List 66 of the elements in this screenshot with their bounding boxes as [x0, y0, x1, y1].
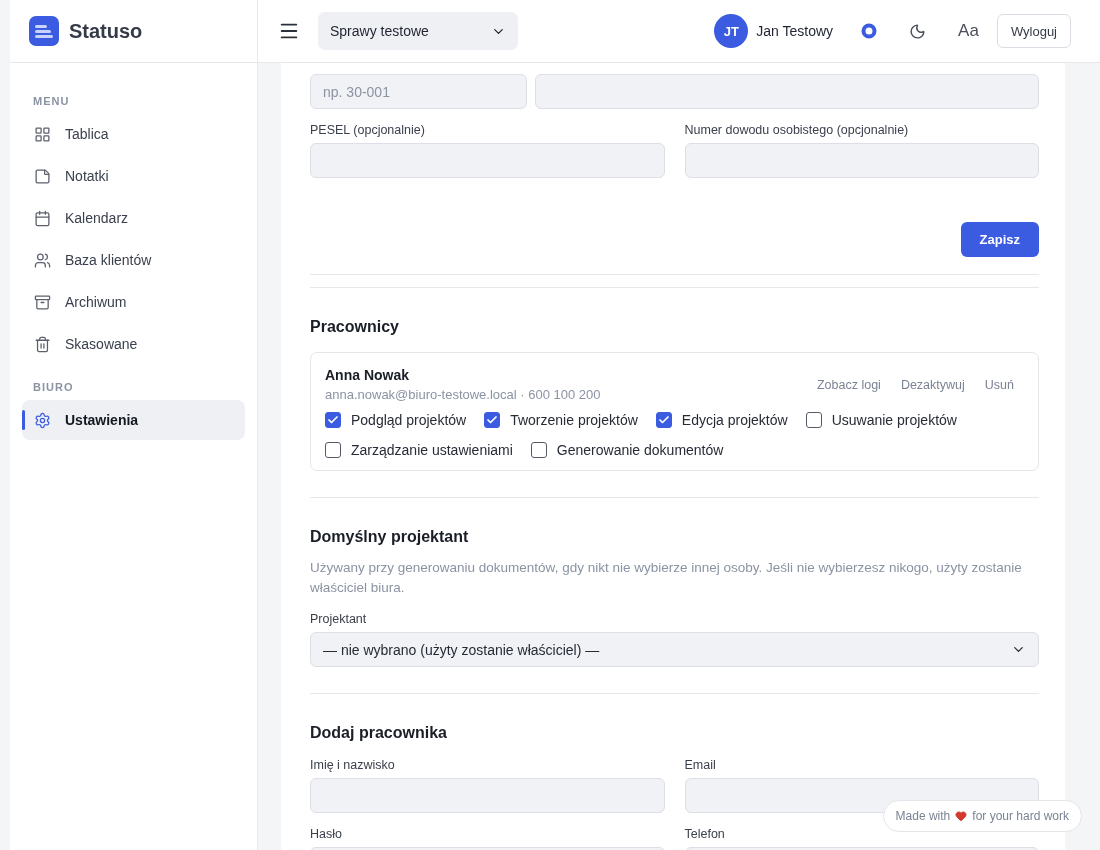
logout-button[interactable]: Wyloguj: [996, 14, 1071, 48]
input-field[interactable]: [684, 143, 1039, 178]
check-icon: [657, 414, 670, 426]
input-field[interactable]: [310, 778, 665, 813]
sidebar-item[interactable]: Baza klientów: [22, 240, 245, 280]
checkbox[interactable]: [530, 442, 547, 458]
trash-icon: [34, 335, 51, 353]
sidebar-item[interactable]: Skasowane: [22, 324, 245, 364]
badge-text: for your hard work: [972, 809, 1069, 823]
field-label: Hasło: [310, 827, 343, 841]
sidebar-item[interactable]: Notatki: [22, 156, 245, 196]
brand-name: Statuso: [69, 19, 143, 43]
checkbox[interactable]: [484, 412, 501, 428]
field-label: Projektant: [310, 612, 368, 626]
checkbox[interactable]: [325, 412, 341, 428]
input-field[interactable]: np. 30-001: [310, 74, 527, 109]
heart-icon: [955, 810, 968, 822]
note-icon: [34, 167, 51, 185]
section-description: Używany przy generowaniu dokumentów, gdy nikt nie wybierze innej osoby. Jeśli nie wybierzesz nikogo, użyty zostanie właściciel biura.: [310, 559, 1023, 597]
section-title: Dodaj pracownika: [310, 724, 448, 742]
checkbox[interactable]: [325, 442, 341, 458]
field-label: PESEL (opcjonalnie): [310, 123, 426, 137]
check-icon: [327, 414, 339, 426]
save-button[interactable]: Zapisz: [960, 222, 1039, 257]
sidebar-item[interactable]: Kalendarz: [22, 198, 245, 238]
users-icon: [34, 251, 51, 269]
section-heading: MENU: [32, 94, 71, 109]
field-label: Numer dowodu osobistego (opcjonalnie): [684, 123, 910, 137]
badge-text: Made with: [895, 809, 951, 823]
case-select[interactable]: Sprawy testowe: [318, 12, 518, 50]
sidebar-item[interactable]: Tablica: [22, 114, 245, 154]
checkbox-label: Usuwanie projektów: [831, 412, 957, 428]
checkbox-label: Podgląd projektów: [351, 412, 467, 428]
field-label: Imię i nazwisko: [310, 758, 396, 772]
input-field[interactable]: [534, 74, 1039, 109]
checkbox-label: Generowanie dokumentów: [556, 442, 724, 458]
checkbox[interactable]: [655, 412, 672, 428]
field-label: Email: [684, 758, 717, 772]
avatar: JT: [714, 14, 749, 48]
input-field[interactable]: [310, 143, 665, 178]
checkbox-label: Edycja projektów: [681, 412, 788, 428]
font-size-toggle[interactable]: Aa: [958, 21, 979, 41]
employee-contact: anna.nowak@biuro-testowe.local · 600 100 200: [325, 387, 601, 402]
sidebar-item[interactable]: Ustawienia: [22, 400, 245, 440]
section-title: Pracownicy: [310, 318, 400, 336]
action-link[interactable]: Dezaktywuj: [900, 377, 965, 392]
check-icon: [486, 414, 499, 426]
field-label: Telefon: [684, 827, 726, 841]
user-name: Jan Testowy: [756, 23, 834, 39]
action-link[interactable]: Zobacz logi: [816, 377, 881, 392]
checkbox-label: Tworzenie projektów: [510, 412, 638, 428]
section-title: Domyślny projektant: [310, 528, 470, 546]
archive-icon: [34, 293, 51, 311]
designer-select[interactable]: — nie wybrano (użyty zostanie właściciel) —: [310, 632, 1039, 667]
checkbox-label: Zarządzanie ustawieniami: [351, 442, 513, 458]
section-heading: BIURO: [32, 380, 75, 395]
grid-icon: [34, 125, 51, 143]
action-link[interactable]: Usuń: [984, 377, 1014, 392]
employee-name: Anna Nowak: [325, 367, 410, 383]
calendar-icon: [34, 209, 51, 227]
checkbox[interactable]: [805, 412, 822, 428]
sidebar-item[interactable]: Archiwum: [22, 282, 245, 322]
logo-icon: [29, 16, 59, 46]
settings-icon: [34, 411, 51, 429]
ring-icon[interactable]: [861, 23, 878, 39]
moon-icon[interactable]: [909, 22, 927, 40]
